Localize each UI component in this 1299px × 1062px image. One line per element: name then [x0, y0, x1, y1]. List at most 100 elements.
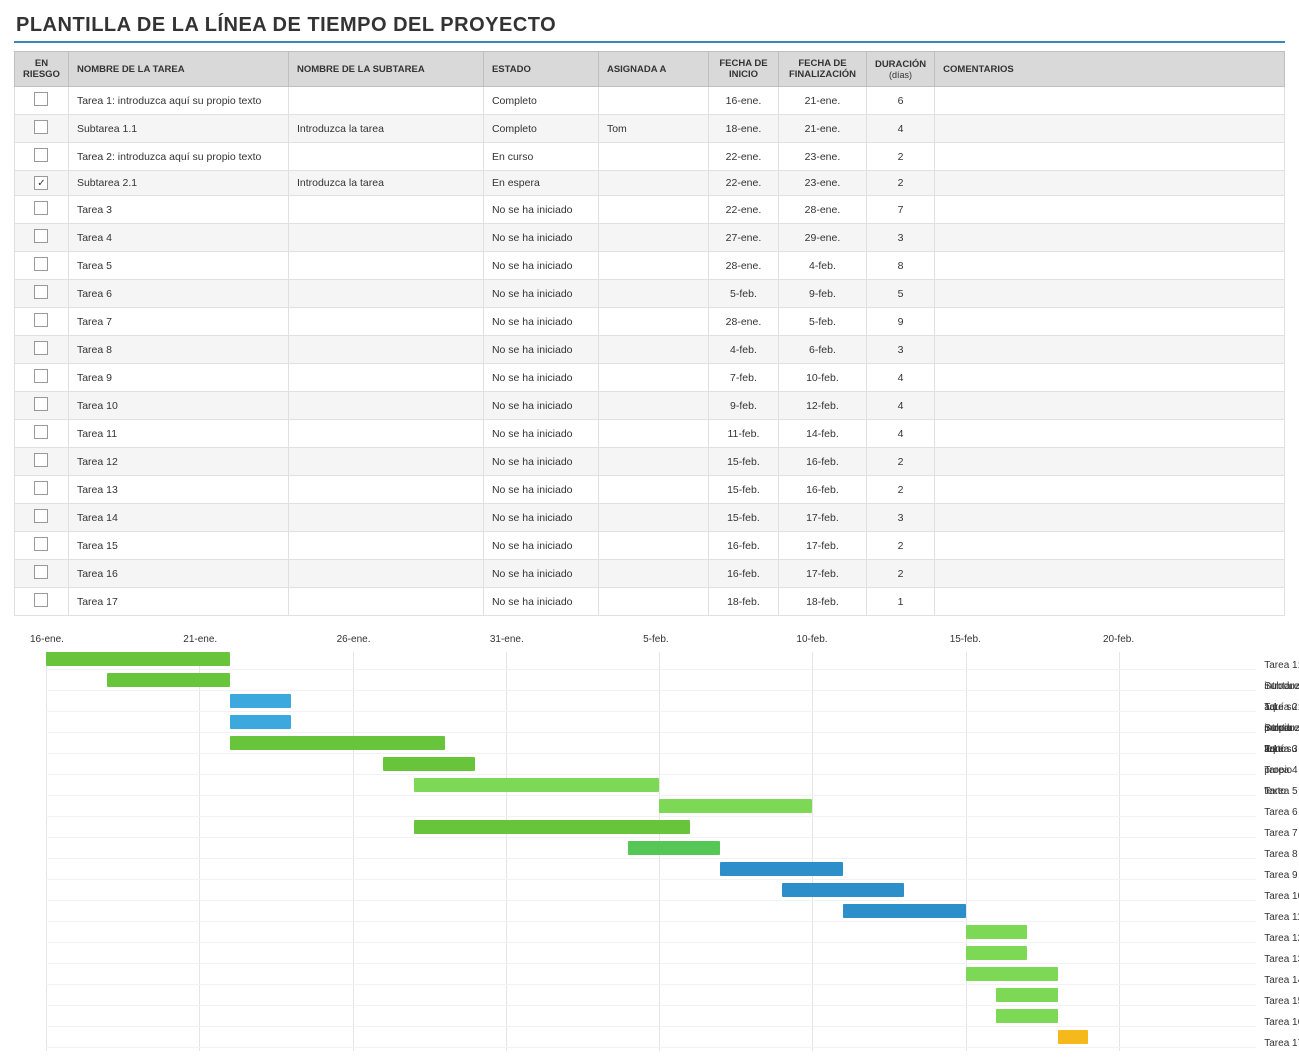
gantt-bar [107, 673, 230, 687]
duration-cell: 2 [866, 532, 934, 560]
gantt-row-label: Subtarea 2.1 [1264, 718, 1299, 739]
gantt-tick: 5-feb. [643, 634, 796, 645]
duration-cell: 3 [866, 336, 934, 364]
duration-cell: 4 [866, 364, 934, 392]
risk-checkbox[interactable] [34, 397, 48, 411]
state-cell: No se ha iniciado [483, 504, 598, 532]
comments-cell [935, 560, 1285, 588]
risk-checkbox[interactable] [34, 453, 48, 467]
comments-cell [935, 308, 1285, 336]
end-cell: 17-feb. [778, 504, 866, 532]
gantt-row [46, 817, 1256, 838]
start-cell: 15-feb. [708, 504, 778, 532]
start-cell: 22-ene. [708, 171, 778, 196]
comments-cell [935, 143, 1285, 171]
title-divider [14, 41, 1285, 43]
comments-cell [935, 448, 1285, 476]
gantt-row [46, 733, 1256, 754]
risk-cell [15, 171, 69, 196]
gantt-bar [1058, 1030, 1089, 1044]
subtask-cell [288, 560, 483, 588]
duration-cell: 2 [866, 476, 934, 504]
col-comments: COMENTARIOS [935, 52, 1285, 87]
gantt-row-label: Tarea 1: introduzca aquí su propio texto [1264, 655, 1299, 676]
risk-checkbox[interactable] [34, 120, 48, 134]
subtask-cell [288, 476, 483, 504]
table-row: Tarea 6No se ha iniciado5-feb.9-feb.5 [15, 280, 1285, 308]
duration-cell: 1 [866, 588, 934, 616]
gantt-bar [414, 820, 690, 834]
risk-checkbox[interactable] [34, 176, 48, 190]
risk-checkbox[interactable] [34, 425, 48, 439]
task-cell: Tarea 15 [68, 532, 288, 560]
assigned-cell [598, 588, 708, 616]
risk-checkbox[interactable] [34, 229, 48, 243]
comments-cell [935, 87, 1285, 115]
risk-checkbox[interactable] [34, 92, 48, 106]
comments-cell [935, 336, 1285, 364]
start-cell: 11-feb. [708, 420, 778, 448]
gantt-bar [996, 988, 1057, 1002]
risk-checkbox[interactable] [34, 537, 48, 551]
gantt-row [46, 964, 1256, 985]
subtask-cell [288, 420, 483, 448]
gantt-bar [383, 757, 475, 771]
end-cell: 23-ene. [778, 171, 866, 196]
risk-checkbox[interactable] [34, 201, 48, 215]
gantt-row-label: Tarea 3 [1264, 739, 1299, 760]
duration-cell: 2 [866, 560, 934, 588]
start-cell: 22-ene. [708, 143, 778, 171]
subtask-cell: Introduzca la tarea [288, 171, 483, 196]
table-row: Tarea 16No se ha iniciado16-feb.17-feb.2 [15, 560, 1285, 588]
subtask-cell [288, 196, 483, 224]
gantt-bar [230, 736, 445, 750]
subtask-cell [288, 224, 483, 252]
risk-checkbox[interactable] [34, 565, 48, 579]
gantt-row [46, 901, 1256, 922]
table-row: Tarea 14No se ha iniciado15-feb.17-feb.3 [15, 504, 1285, 532]
end-cell: 10-feb. [778, 364, 866, 392]
risk-cell [15, 504, 69, 532]
gantt-row-label: Tarea 11 [1264, 907, 1299, 928]
risk-checkbox[interactable] [34, 369, 48, 383]
col-duration: DURACIÓN(días) [866, 52, 934, 87]
task-cell: Tarea 5 [68, 252, 288, 280]
gantt-bar [782, 883, 905, 897]
risk-checkbox[interactable] [34, 148, 48, 162]
gantt-row-label: Tarea 5 [1264, 781, 1299, 802]
table-row: Subtarea 2.1Introduzca la tareaEn espera… [15, 171, 1285, 196]
risk-checkbox[interactable] [34, 257, 48, 271]
end-cell: 17-feb. [778, 560, 866, 588]
end-cell: 29-ene. [778, 224, 866, 252]
start-cell: 18-feb. [708, 588, 778, 616]
end-cell: 6-feb. [778, 336, 866, 364]
table-row: Tarea 3No se ha iniciado22-ene.28-ene.7 [15, 196, 1285, 224]
duration-cell: 4 [866, 420, 934, 448]
risk-cell [15, 336, 69, 364]
end-cell: 12-feb. [778, 392, 866, 420]
risk-checkbox[interactable] [34, 313, 48, 327]
risk-checkbox[interactable] [34, 509, 48, 523]
task-cell: Tarea 6 [68, 280, 288, 308]
gantt-bar [414, 778, 659, 792]
subtask-cell [288, 143, 483, 171]
risk-cell [15, 364, 69, 392]
risk-checkbox[interactable] [34, 593, 48, 607]
risk-checkbox[interactable] [34, 481, 48, 495]
gantt-axis: 16-ene.21-ene.26-ene.31-ene.5-feb.10-feb… [14, 634, 1256, 645]
state-cell: No se ha iniciado [483, 336, 598, 364]
subtask-cell [288, 252, 483, 280]
gantt-row-label: Tarea 15 [1264, 991, 1299, 1012]
assigned-cell [598, 392, 708, 420]
table-row: Tarea 8No se ha iniciado4-feb.6-feb.3 [15, 336, 1285, 364]
risk-checkbox[interactable] [34, 285, 48, 299]
col-risk: EN RIESGO [15, 52, 69, 87]
assigned-cell [598, 532, 708, 560]
state-cell: No se ha iniciado [483, 588, 598, 616]
risk-cell [15, 115, 69, 143]
state-cell: No se ha iniciado [483, 308, 598, 336]
gantt-bar [628, 841, 720, 855]
gantt-chart: 16-ene.21-ene.26-ene.31-ene.5-feb.10-feb… [14, 634, 1285, 1048]
table-row: Tarea 1: introduzca aquí su propio texto… [15, 87, 1285, 115]
risk-checkbox[interactable] [34, 341, 48, 355]
